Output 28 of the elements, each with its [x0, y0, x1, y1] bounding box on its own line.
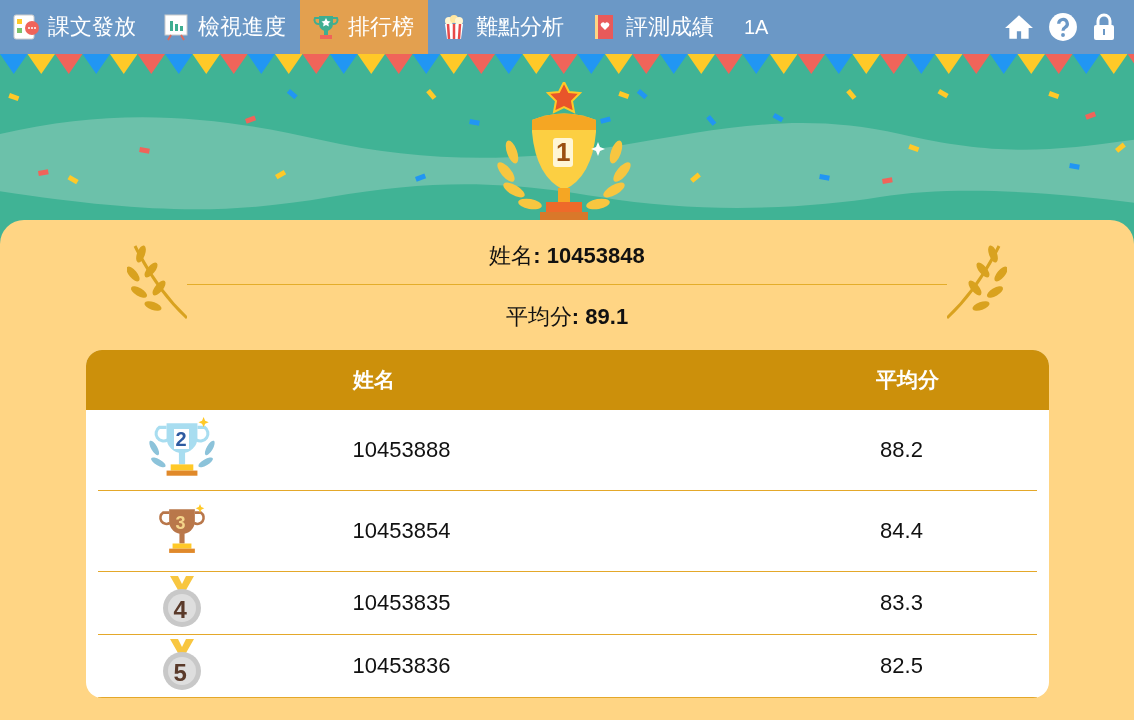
chart-board-icon: [162, 12, 190, 42]
medal-icon: [161, 576, 202, 630]
class-label: 1A: [744, 15, 769, 39]
average-score: 83.3: [879, 590, 924, 616]
rank-number: 5: [173, 661, 188, 688]
winner-average: 平均分: 89.1: [505, 303, 629, 331]
column-header: 姓名: [351, 367, 396, 393]
average-score: 84.4: [879, 518, 924, 544]
winner-name: 姓名: 10453848: [489, 242, 645, 270]
average-score: 82.5: [879, 653, 924, 679]
student-name: 10453835: [351, 590, 452, 616]
medal-icon: [161, 639, 202, 693]
average-score: 88.2: [879, 437, 924, 463]
rank-number: 4: [173, 598, 188, 625]
help-icon[interactable]: [1048, 12, 1078, 42]
student-name: 10453836: [351, 653, 452, 679]
rank-number: 3: [175, 513, 186, 532]
column-header: 平均分: [875, 367, 940, 393]
student-name: 10453854: [351, 518, 452, 544]
checklist-chat-icon: [12, 12, 40, 42]
lock-icon[interactable]: [1092, 12, 1116, 42]
nav-tab[interactable]: 難點分析: [428, 0, 578, 54]
student-name: 10453888: [351, 437, 452, 463]
nav-tab[interactable]: 檢視進度: [150, 0, 300, 54]
nav-tab[interactable]: 排行榜: [300, 0, 428, 54]
rank-number: 1: [553, 138, 574, 167]
nav-tab[interactable]: 評測成績: [578, 0, 728, 54]
nav-tab[interactable]: 課文發放: [0, 0, 150, 54]
